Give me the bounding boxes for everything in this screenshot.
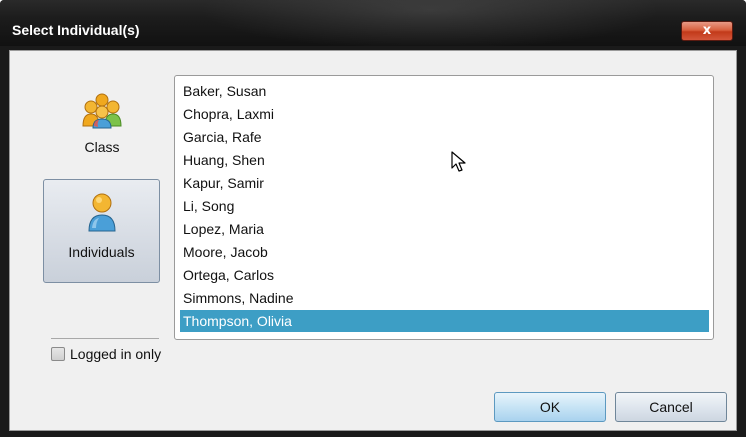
list-item[interactable]: Kapur, Samir [180, 172, 709, 194]
class-mode-button[interactable]: Class [43, 91, 161, 173]
title-bar[interactable]: Select Individual(s) x [0, 0, 746, 46]
list-item[interactable]: Lopez, Maria [180, 218, 709, 240]
ok-button[interactable]: OK [494, 392, 606, 422]
list-item[interactable]: Moore, Jacob [180, 241, 709, 263]
left-panel-divider [51, 338, 159, 339]
logged-in-only-checkbox[interactable] [51, 347, 65, 361]
group-icon [82, 93, 122, 129]
person-icon [87, 193, 116, 232]
select-individuals-dialog: Select Individual(s) x Class Individuals… [0, 0, 746, 437]
list-item[interactable]: Garcia, Rafe [180, 126, 709, 148]
logged-in-only-label: Logged in only [70, 346, 162, 362]
dialog-title: Select Individual(s) [12, 22, 140, 38]
class-mode-label: Class [84, 139, 120, 155]
cancel-button[interactable]: Cancel [615, 392, 727, 422]
student-list[interactable]: Baker, Susan Chopra, Laxmi Garcia, Rafe … [174, 75, 714, 340]
close-button[interactable]: x [681, 21, 733, 41]
dialog-body: Class Individuals Logged in only Baker, … [9, 50, 737, 431]
list-item[interactable]: Chopra, Laxmi [180, 103, 709, 125]
individuals-mode-button[interactable]: Individuals [43, 179, 160, 283]
list-item[interactable]: Baker, Susan [180, 80, 709, 102]
list-item[interactable]: Ortega, Carlos [180, 264, 709, 286]
list-item-selected[interactable]: Thompson, Olivia [180, 310, 709, 332]
mouse-pointer-icon [451, 151, 466, 172]
list-item[interactable]: Huang, Shen [180, 149, 709, 171]
list-item[interactable]: Simmons, Nadine [180, 287, 709, 309]
individuals-mode-label: Individuals [68, 244, 135, 260]
list-item[interactable]: Li, Song [180, 195, 709, 217]
